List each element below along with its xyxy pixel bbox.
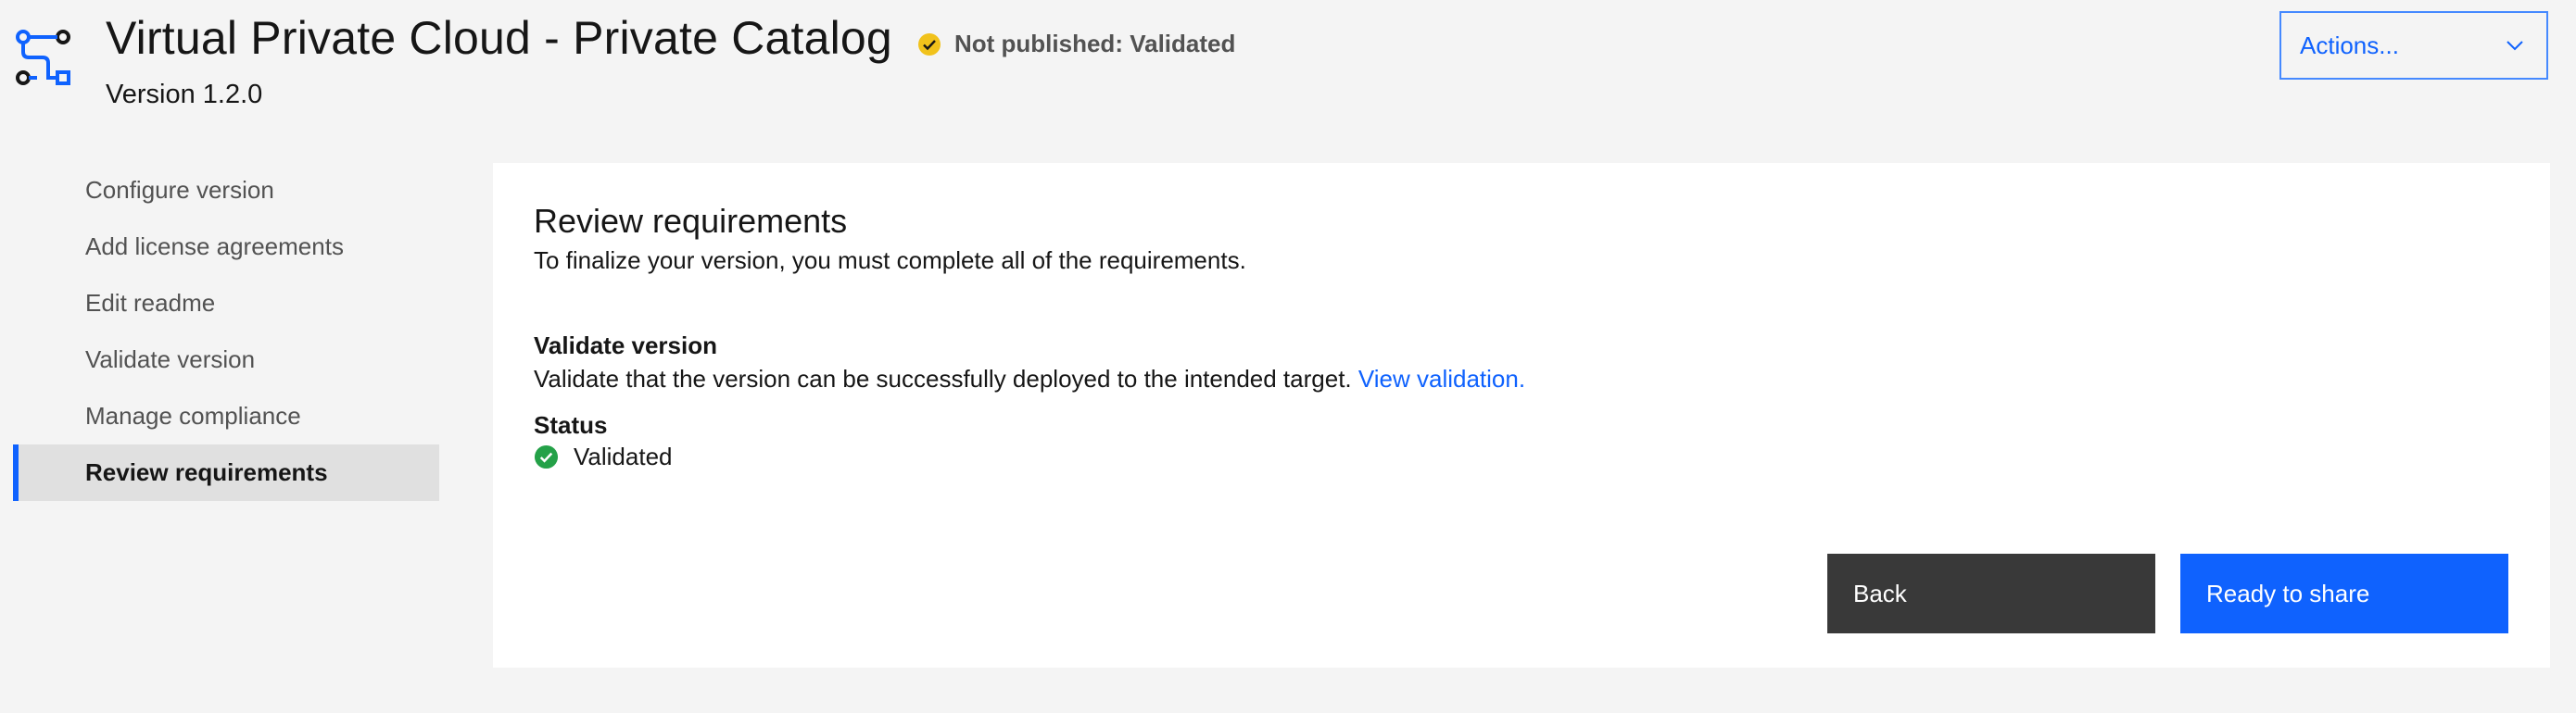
chevron-down-icon xyxy=(2507,41,2523,51)
sidebar-item-configure-version[interactable]: Configure version xyxy=(13,162,439,219)
ready-to-share-button[interactable]: Ready to share xyxy=(2180,554,2508,633)
sidebar-item-add-license-agreements[interactable]: Add license agreements xyxy=(13,219,439,275)
publish-status-text: Not published: Validated xyxy=(954,30,1236,57)
status-value: Validated xyxy=(534,443,673,471)
sidebar-nav: Configure version Add license agreements… xyxy=(13,162,439,501)
status-label: Status xyxy=(534,411,608,439)
status-value-text: Validated xyxy=(574,443,673,470)
view-validation-link[interactable]: View validation. xyxy=(1358,365,1525,393)
publish-status-badge: Not published: Validated xyxy=(917,30,1235,58)
requirement-description-text: Validate that the version can be success… xyxy=(534,365,1352,393)
panel-title: Review requirements xyxy=(534,202,848,240)
requirement-description: Validate that the version can be success… xyxy=(534,365,1525,394)
sidebar-item-validate-version[interactable]: Validate version xyxy=(13,331,439,388)
catalog-flow-icon xyxy=(16,30,70,85)
checkmark-filled-icon xyxy=(534,444,559,469)
actions-dropdown-label: Actions... xyxy=(2300,31,2399,59)
warning-status-icon xyxy=(918,32,941,56)
sidebar-item-review-requirements[interactable]: Review requirements xyxy=(13,444,439,501)
sidebar-item-edit-readme[interactable]: Edit readme xyxy=(13,275,439,331)
actions-dropdown[interactable]: Actions... xyxy=(2279,11,2548,80)
panel-subtitle: To finalize your version, you must compl… xyxy=(534,246,1246,274)
page-title: Virtual Private Cloud - Private Catalog xyxy=(106,12,892,64)
page: Virtual Private Cloud - Private Catalog … xyxy=(0,0,2576,713)
sidebar-item-manage-compliance[interactable]: Manage compliance xyxy=(13,388,439,444)
version-label: Version 1.2.0 xyxy=(106,80,263,109)
back-button[interactable]: Back xyxy=(1827,554,2155,633)
review-requirements-panel: Review requirements To finalize your ver… xyxy=(493,163,2550,668)
requirement-title: Validate version xyxy=(534,331,717,359)
